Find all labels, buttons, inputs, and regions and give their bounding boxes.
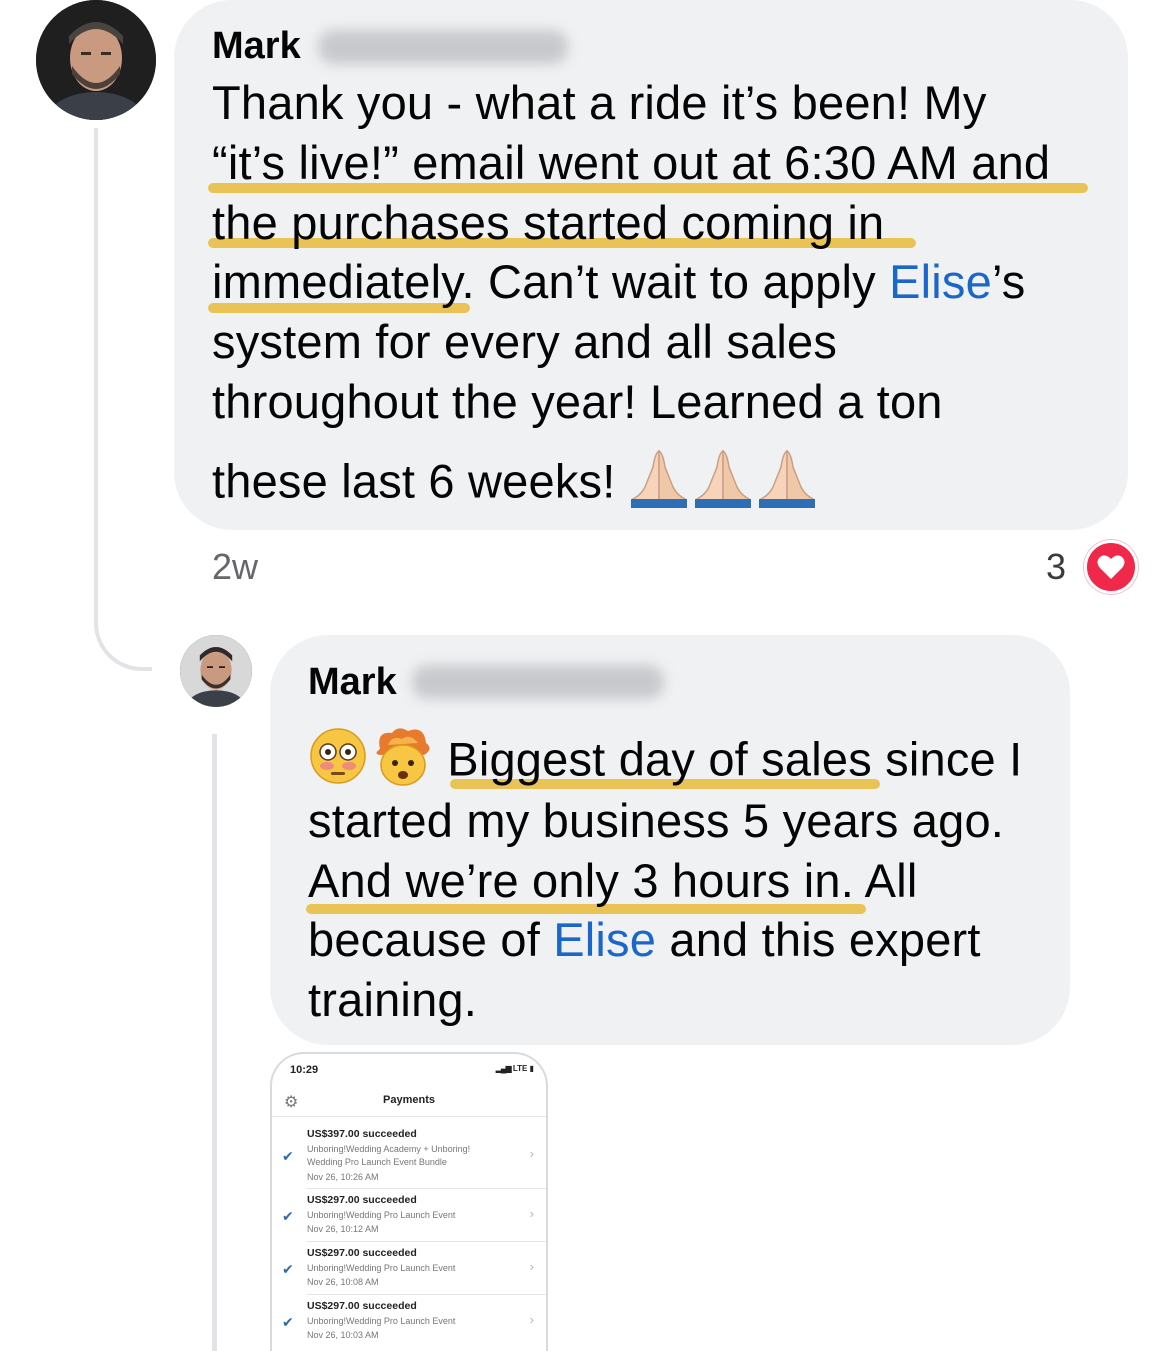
payment-amount: US$297.00 succeeded [307, 1300, 417, 1312]
comment-timestamp[interactable]: 2w [212, 546, 258, 588]
thread-connector [94, 128, 152, 671]
payment-amount: US$297.00 succeeded [307, 1247, 417, 1259]
reply-text-segment: Biggest day of sales since I [447, 732, 1023, 786]
comment-text-line: system for every and all sales [212, 315, 838, 368]
chevron-right-icon: › [529, 1206, 534, 1221]
status-bar: ▂▄▆ LTE ▮ [496, 1064, 534, 1073]
heart-icon[interactable] [1084, 540, 1138, 594]
payment-date: Nov 26, 10:08 AM [307, 1277, 379, 1287]
exploding-head-icon [372, 725, 434, 801]
flushed-face-icon [308, 726, 368, 800]
profile-photo [36, 0, 156, 120]
reaction-count[interactable]: 3 [1046, 546, 1066, 588]
comment-text-line: “it’s live!” email went out at 6:30 AM a… [212, 136, 1051, 189]
comment-author-name[interactable]: Mark [212, 24, 301, 68]
blurred-surname [318, 30, 568, 64]
reply-text-segment: and this expert [656, 913, 981, 966]
avatar[interactable] [180, 635, 252, 707]
payment-description: Unboring!Wedding Pro Launch Event [307, 1316, 456, 1326]
reply-thread-line [212, 734, 217, 1351]
comment-text-line: immediately. Can’t wait to apply Elise’s [212, 252, 1025, 312]
divider [272, 1116, 546, 1117]
divider [307, 1241, 546, 1242]
reply-text-line: And we’re only 3 hours in. All [308, 851, 918, 911]
attached-screenshot[interactable]: 10:29 ▂▄▆ LTE ▮ ⚙ Payments ✔ US$397.00 s… [270, 1052, 548, 1351]
comment-text-line: these last 6 weeks! [212, 447, 819, 523]
divider [307, 1294, 546, 1295]
chevron-right-icon: › [529, 1259, 534, 1274]
status-time: 10:29 [290, 1064, 319, 1076]
network-label: LTE [512, 1064, 528, 1073]
reply-text-line: started my business 5 years ago. [308, 794, 1005, 847]
checkmark-icon: ✔ [282, 1261, 294, 1277]
comment-text-segment: immediately. Can’t wait to apply [212, 255, 890, 308]
battery-icon: ▮ [529, 1064, 534, 1073]
checkmark-icon: ✔ [282, 1314, 294, 1330]
comment-text-line: throughout the year! Learned a ton [212, 375, 943, 428]
profile-photo [180, 635, 252, 707]
avatar[interactable] [36, 0, 156, 120]
reply-text-line: training. [308, 973, 478, 1026]
reply-author-name[interactable]: Mark [308, 660, 397, 704]
payment-date: Nov 26, 10:03 AM [307, 1330, 379, 1340]
payment-description: Unboring!Wedding Pro Launch Event [307, 1263, 456, 1273]
checkmark-icon: ✔ [282, 1208, 294, 1224]
payment-date: Nov 26, 10:12 AM [307, 1224, 379, 1234]
comment-text-segment: ’s [991, 255, 1026, 308]
reply-text-segment: All [854, 854, 918, 907]
payment-date: Nov 26, 10:26 AM [307, 1172, 379, 1182]
comment-text-segment: these last 6 weeks! [212, 454, 629, 508]
reply-text-line: because of Elise and this expert [308, 910, 981, 970]
reply-text-segment: because of [308, 913, 554, 966]
mention-link[interactable]: Elise [889, 255, 992, 308]
chevron-right-icon: › [529, 1146, 534, 1161]
screen-title: Payments [383, 1094, 435, 1106]
reply-text-segment: And we’re only 3 hours in. [308, 854, 854, 907]
payment-description: Unboring!Wedding Academy + Unboring! [307, 1144, 471, 1154]
chevron-right-icon: › [529, 1312, 534, 1327]
payment-description: Wedding Pro Launch Event Bundle [307, 1157, 447, 1167]
signal-icon: ▂▄▆ [495, 1064, 512, 1073]
comment-text-line: Thank you - what a ride it’s been! My [212, 76, 987, 129]
folded-hands-icon [629, 447, 819, 523]
checkmark-icon: ✔ [282, 1148, 294, 1164]
payment-amount: US$397.00 succeeded [307, 1128, 417, 1140]
mention-link[interactable]: Elise [553, 913, 656, 966]
blurred-surname [412, 665, 664, 699]
payment-description: Unboring!Wedding Pro Launch Event [307, 1210, 456, 1220]
payment-amount: US$297.00 succeeded [307, 1194, 417, 1206]
divider [307, 1188, 546, 1189]
reply-text-line: Biggest day of sales since I [308, 725, 1022, 801]
comment-text-line: the purchases started coming in [212, 196, 885, 249]
